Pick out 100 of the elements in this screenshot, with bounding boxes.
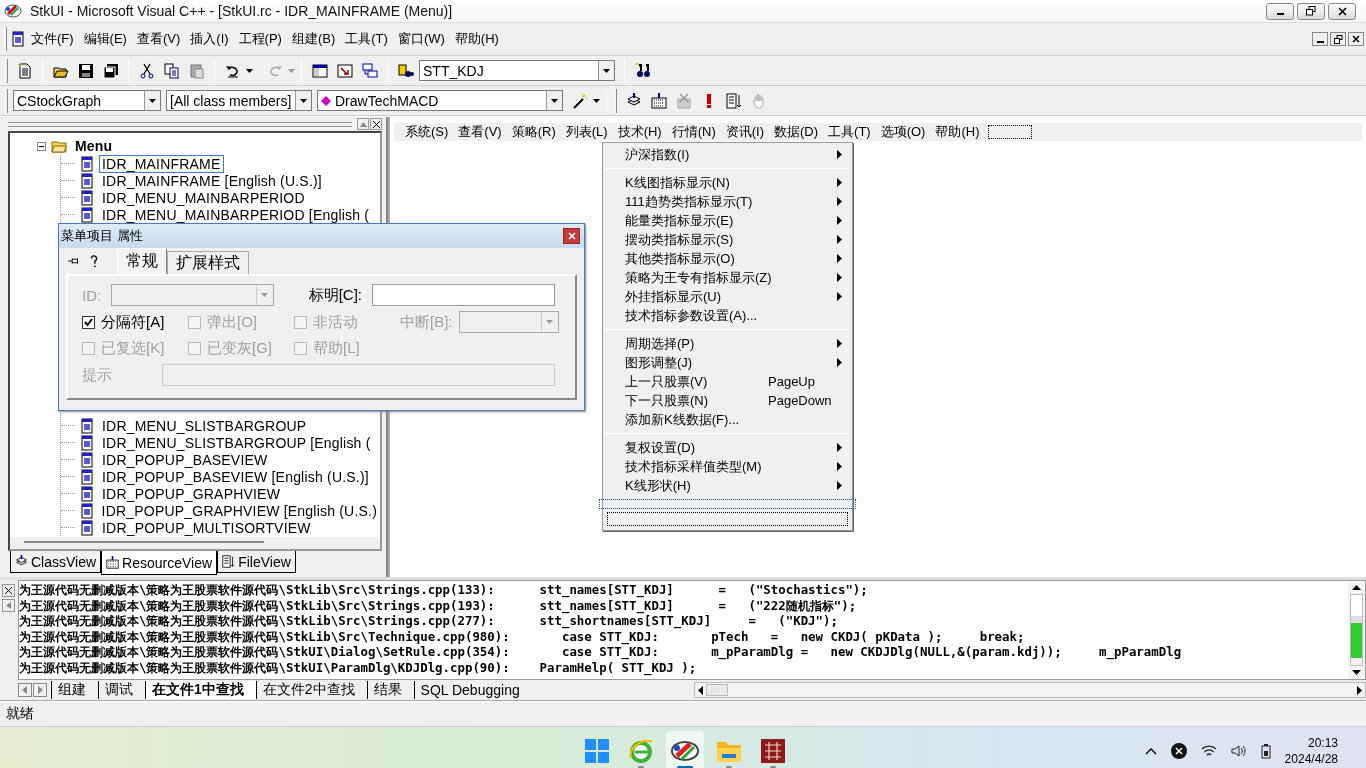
- command-item[interactable]: 下一只股票(N) PageDown: [603, 391, 852, 410]
- tab[interactable]: 常规: [117, 248, 167, 274]
- browser-icon[interactable]: [628, 738, 654, 764]
- class-combo[interactable]: CStockGraph: [13, 90, 161, 111]
- collapse-icon[interactable]: [37, 141, 46, 151]
- command-item[interactable]: 技术指标参数设置(A)...: [603, 306, 852, 325]
- tree-item[interactable]: IDR_POPUP_BASEVIEW [English (U.S.)]: [99, 467, 372, 486]
- command-item[interactable]: K线形状(H): [603, 476, 852, 495]
- command-item[interactable]: 复权设置(D): [603, 438, 852, 457]
- command-heading[interactable]: 选项(O): [875, 123, 931, 141]
- close-button[interactable]: [1348, 32, 1364, 46]
- command-heading[interactable]: 帮助(H): [449, 30, 504, 48]
- command-heading[interactable]: 策略(R): [506, 123, 561, 141]
- restore-button[interactable]: [1330, 32, 1346, 46]
- wizard-icon[interactable]: [571, 92, 588, 109]
- tab[interactable]: FileView: [217, 551, 296, 573]
- command-item[interactable]: 摆动类指标显示(S): [603, 230, 852, 249]
- new-file-icon[interactable]: [16, 62, 33, 79]
- command-heading[interactable]: 行情(N): [666, 123, 721, 141]
- tree-item[interactable]: IDR_MAINFRAME [English (U.S.)]: [99, 171, 325, 190]
- close-button[interactable]: [1328, 2, 1356, 20]
- tab[interactable]: 在文件1中查找: [145, 681, 256, 699]
- dropdown-arrow-icon[interactable]: [300, 98, 308, 103]
- close-button[interactable]: [563, 228, 580, 244]
- dropdown-arrow-icon[interactable]: [603, 68, 610, 73]
- build-icon[interactable]: [650, 92, 667, 109]
- command-heading[interactable]: 工具(T): [340, 30, 393, 48]
- save-icon[interactable]: [77, 62, 94, 79]
- minimize-button[interactable]: [1312, 32, 1328, 46]
- command-heading[interactable]: 组建(B): [286, 30, 341, 48]
- command-heading[interactable]: 文件(F): [26, 30, 79, 48]
- app-icon[interactable]: [761, 739, 785, 763]
- tab[interactable]: ClassView: [10, 551, 102, 573]
- close-button[interactable]: [2, 584, 15, 597]
- command-heading[interactable]: 插入(I): [185, 30, 234, 48]
- new-separator-slot[interactable]: [599, 499, 856, 509]
- dropdown-arrow-icon[interactable]: [149, 98, 156, 103]
- wifi-icon[interactable]: [1200, 744, 1217, 758]
- tree-item[interactable]: Menu: [72, 137, 116, 155]
- tab[interactable]: 结果: [366, 681, 414, 699]
- tree-item[interactable]: IDR_POPUP_GRAPHVIEW [English (U.S.): [98, 501, 380, 520]
- tree-item[interactable]: IDR_MENU_SLISTBARGROUP [English (: [99, 433, 374, 452]
- restore-button[interactable]: [1297, 2, 1325, 20]
- command-item[interactable]: 其他类指标显示(O): [603, 249, 852, 268]
- tree-item[interactable]: IDR_POPUP_BASEVIEW: [99, 450, 271, 469]
- new-item-slot[interactable]: [988, 125, 1033, 139]
- tab-scroll-right-icon[interactable]: [33, 683, 47, 697]
- command-heading[interactable]: 查看(V): [131, 30, 186, 48]
- command-item[interactable]: 图形调整(J): [603, 353, 852, 372]
- speaker-icon[interactable]: [1230, 744, 1247, 758]
- command-item[interactable]: 沪深指数(I): [603, 145, 852, 164]
- command-heading[interactable]: 技术(H): [612, 123, 667, 141]
- scroll-left-icon[interactable]: [698, 685, 703, 695]
- scroll-down-icon[interactable]: [1352, 670, 1361, 675]
- command-item[interactable]: 技术指标采样值类型(M): [603, 457, 852, 476]
- tree-item[interactable]: IDR_MENU_MAINBARPERIOD [English (: [99, 205, 373, 224]
- filter-combo[interactable]: [All class members]: [166, 90, 312, 111]
- copy-icon[interactable]: [163, 62, 180, 79]
- member-combo[interactable]: DrawTechMACD: [317, 90, 563, 111]
- new-item-slot[interactable]: [607, 512, 848, 526]
- clock-date[interactable]: 2024/4/28: [1284, 751, 1338, 767]
- tab-scroll-left-icon[interactable]: [18, 683, 32, 697]
- command-item[interactable]: K线图指标显示(N): [603, 173, 852, 192]
- checkbox[interactable]: [82, 315, 95, 329]
- command-heading[interactable]: 编辑(E): [78, 30, 132, 48]
- output-window-icon[interactable]: [336, 62, 353, 79]
- app-icon[interactable]: [670, 739, 700, 763]
- tree-item[interactable]: IDR_POPUP_MULTISORTVIEW: [99, 518, 314, 537]
- command-heading[interactable]: 系统(S): [400, 123, 454, 141]
- scroll-up-icon[interactable]: [1352, 585, 1361, 590]
- vertical-scrollbar[interactable]: [1348, 581, 1365, 679]
- close-button[interactable]: [370, 118, 382, 130]
- command-item[interactable]: 外挂指标显示(U): [603, 287, 852, 306]
- close-circle-icon[interactable]: [1170, 743, 1187, 759]
- save-all-icon[interactable]: [102, 62, 119, 79]
- scroll-right-icon[interactable]: [1357, 685, 1362, 695]
- tree-item[interactable]: IDR_MENU_SLISTBARGROUP: [99, 416, 310, 435]
- command-item[interactable]: 上一只股票(V) PageUp: [603, 372, 852, 391]
- command-item[interactable]: 能量类指标显示(E): [603, 211, 852, 230]
- command-heading[interactable]: 查看(V): [453, 123, 507, 141]
- tab[interactable]: SQL Debugging: [413, 681, 532, 699]
- command-item[interactable]: 周期选择(P): [603, 334, 852, 353]
- command-item[interactable]: 111趋势类指标显示(T): [603, 192, 852, 211]
- tab[interactable]: 扩展样式: [167, 251, 249, 274]
- command-heading[interactable]: 帮助(H): [930, 123, 985, 141]
- command-heading[interactable]: 工具(T): [823, 123, 876, 141]
- search-combo[interactable]: STT_KDJ: [419, 60, 615, 81]
- dropdown-arrow-icon[interactable]: [551, 98, 558, 103]
- command-item[interactable]: 策略为王专有指标显示(Z): [603, 268, 852, 287]
- tab[interactable]: 在文件2中查找: [255, 681, 367, 699]
- command-heading[interactable]: 资讯(I): [720, 123, 769, 141]
- minimize-button[interactable]: [1266, 2, 1294, 20]
- start-icon[interactable]: [585, 739, 609, 763]
- scroll-thumb[interactable]: [706, 684, 728, 696]
- workspace-icon[interactable]: [311, 62, 328, 79]
- command-heading[interactable]: 列表(L): [560, 123, 613, 141]
- tree-item[interactable]: IDR_MAINFRAME: [99, 154, 224, 173]
- caption-field[interactable]: [372, 284, 555, 306]
- tree-item[interactable]: IDR_POPUP_GRAPHVIEW: [99, 484, 284, 503]
- go-icon[interactable]: [725, 92, 742, 109]
